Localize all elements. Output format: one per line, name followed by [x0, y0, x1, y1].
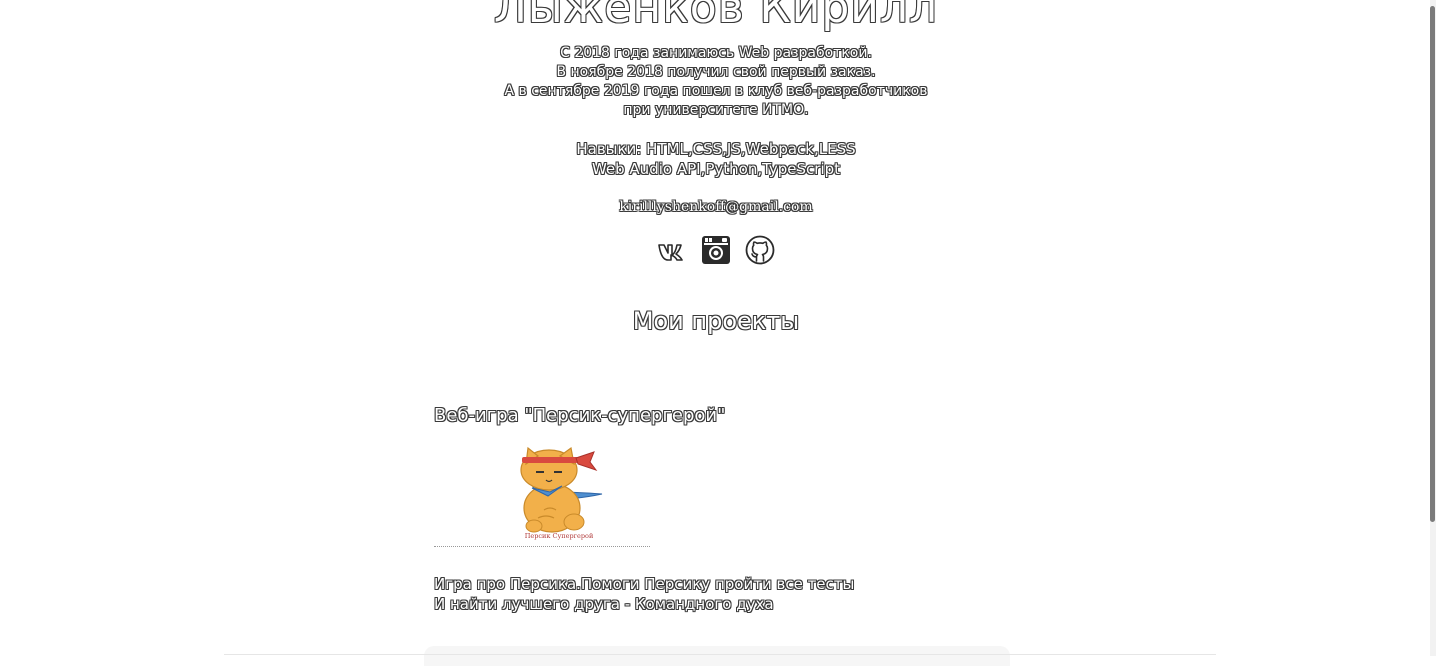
- bio-line: А в сентябре 2019 года пошел в клуб веб-…: [504, 83, 928, 99]
- description-line: Игра про Персика.Помоги Персику пройти в…: [434, 575, 855, 593]
- github-link[interactable]: [744, 234, 776, 266]
- bio-line: С 2018 года занимаюсь Web разработкой.: [560, 45, 872, 61]
- bio-line: при университете ИТМО.: [623, 102, 809, 118]
- project-title[interactable]: Веб-игра "Персик-супергерой": [434, 404, 725, 428]
- bio-line: В ноябре 2018 получил свой первый заказ.: [556, 64, 876, 80]
- skills-line: Навыки: HTML,CSS,JS,Webpack,LESS: [576, 140, 856, 158]
- divider: [224, 654, 1216, 655]
- profile-skills: Навыки: HTML,CSS,JS,Webpack,LESS Web Aud…: [0, 139, 1432, 179]
- social-links: [656, 234, 776, 266]
- cat-superhero-icon: [520, 446, 603, 533]
- description-line: И найти лучшего друга - Командного духа: [434, 595, 774, 613]
- project-image-caption: Персик Супергерой: [524, 532, 594, 540]
- profile-bio: С 2018 года занимаюсь Web разработкой. В…: [0, 44, 1432, 120]
- scrollbar-thumb[interactable]: [1430, 6, 1435, 522]
- next-project-card[interactable]: [424, 646, 1010, 666]
- github-icon: [745, 235, 775, 265]
- skills-line: Web Audio API,Python,TypeScript: [591, 160, 841, 178]
- vk-icon: [658, 244, 683, 261]
- project-image-footnote: [434, 542, 650, 547]
- vk-link[interactable]: [656, 234, 688, 266]
- instagram-icon: [702, 236, 730, 264]
- project-description: Игра про Персика.Помоги Персику пройти в…: [434, 574, 854, 614]
- projects-heading: Мои проекты: [632, 307, 800, 335]
- profile-name: Лыженков Кирилл: [493, 0, 939, 33]
- scrollbar-track[interactable]: [1430, 0, 1436, 656]
- profile-email: kirilllyshenkoff@gmail.com: [619, 199, 813, 215]
- instagram-link[interactable]: [700, 234, 732, 266]
